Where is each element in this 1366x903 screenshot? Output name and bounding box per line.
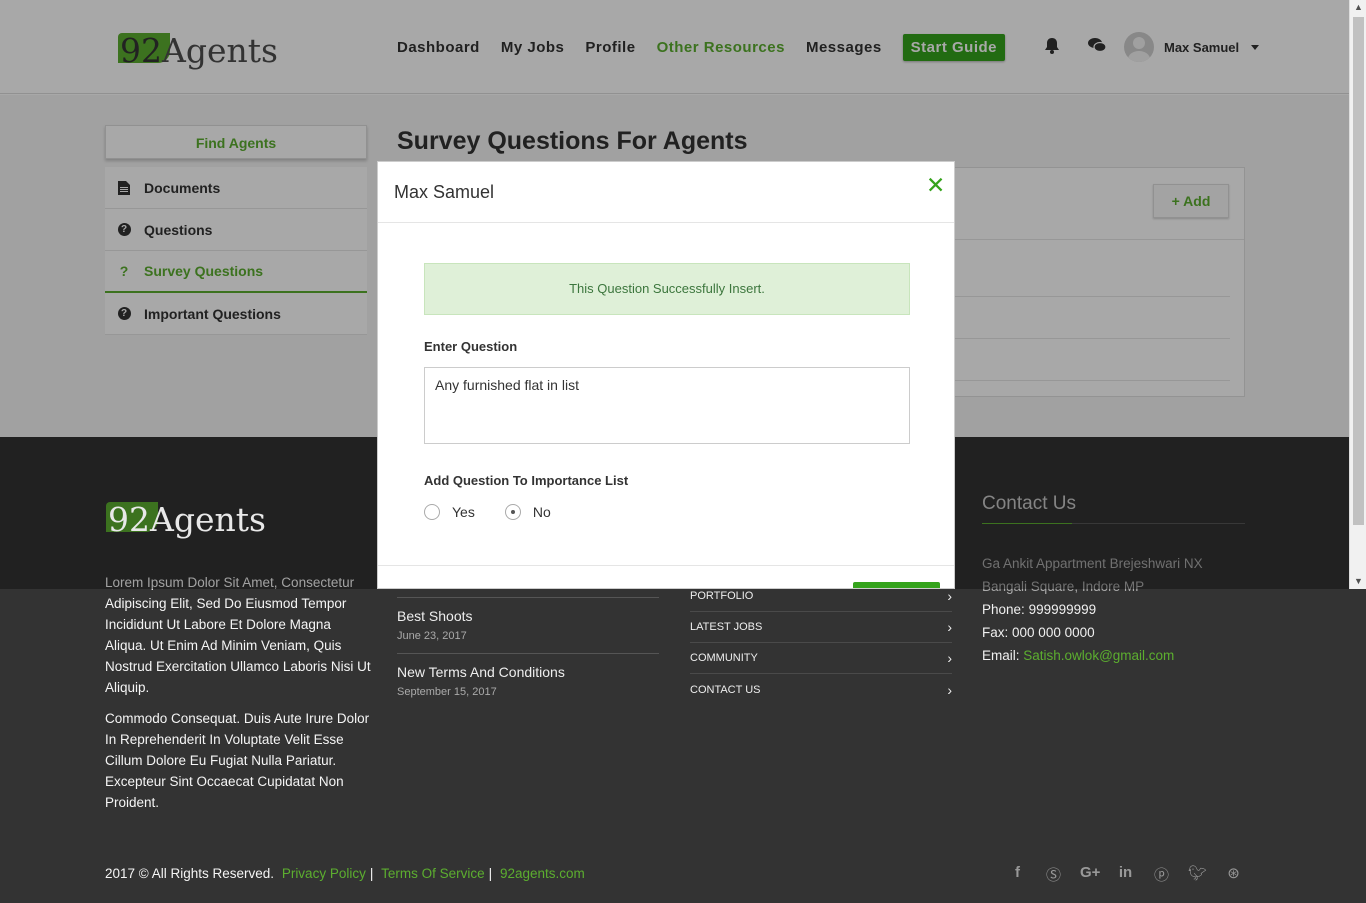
footer-logo[interactable]: 92Agents <box>106 500 266 539</box>
quick-link-label: PORTFOLIO <box>690 590 754 602</box>
dribbble-icon[interactable]: ⊛ <box>1224 864 1243 885</box>
about-paragraph: Lorem Ipsum Dolor Sit Amet, Consectetur … <box>105 575 371 695</box>
success-alert: This Question Successfully Insert. <box>424 263 910 315</box>
about-paragraph: Commodo Consequat. Duis Aute Irure Dolor… <box>105 711 370 810</box>
importance-radio-group: Yes No <box>424 504 581 520</box>
site-link[interactable]: 92agents.com <box>500 866 585 881</box>
importance-label: Add Question To Importance List <box>424 473 629 488</box>
phone-label: Phone: <box>982 602 1025 617</box>
google-plus-icon[interactable]: G+ <box>1080 864 1100 885</box>
scroll-thumb[interactable] <box>1353 17 1364 525</box>
email-link[interactable]: Satish.owlok@gmail.com <box>1023 648 1174 663</box>
divider <box>378 565 954 566</box>
radio-yes-label[interactable]: Yes <box>452 504 475 520</box>
separator: | <box>488 866 493 881</box>
post-title[interactable]: New Terms And Conditions <box>397 664 659 680</box>
linkedin-icon[interactable]: in <box>1116 864 1135 885</box>
radio-no[interactable] <box>504 504 521 520</box>
fax-value: 000 000 0000 <box>1012 625 1095 640</box>
logo-number: 92 <box>120 30 162 70</box>
quick-link-label: CONTACT US <box>690 683 761 696</box>
quick-link-community[interactable]: COMMUNITY › <box>690 643 952 674</box>
contact-email: Email: Satish.owlok@gmail.com <box>982 644 1203 667</box>
quick-links: PORTFOLIO › LATEST JOBS › COMMUNITY › CONTA… <box>690 581 952 705</box>
facebook-icon[interactable]: f <box>1008 864 1027 885</box>
modal-header: Max Samuel <box>378 162 954 223</box>
chevron-right-icon: › <box>947 650 952 666</box>
post-title[interactable]: Best Shoots <box>397 608 659 624</box>
pinterest-icon[interactable]: ⓟ <box>1152 864 1171 885</box>
quick-link-label: COMMUNITY <box>690 652 758 664</box>
scroll-down-arrow-icon[interactable]: ▼ <box>1350 574 1366 588</box>
radio-no-label[interactable]: No <box>533 504 551 520</box>
divider <box>397 653 659 654</box>
radio-yes[interactable] <box>424 504 440 520</box>
twitter-icon[interactable]: 🐦︎ <box>1188 864 1207 885</box>
privacy-policy-link[interactable]: Privacy Policy <box>282 866 366 881</box>
submit-button[interactable] <box>853 582 940 588</box>
quick-link-latest-jobs[interactable]: LATEST JOBS › <box>690 612 952 643</box>
footer-logo-number: 92 <box>108 500 150 539</box>
logo[interactable]: 92 Agents <box>118 30 278 70</box>
copyright-text: 2017 © All Rights Reserved. <box>105 866 275 881</box>
scroll-up-arrow-icon[interactable]: ▲ <box>1350 0 1366 14</box>
question-modal: Max Samuel ✕ This Question Successfully … <box>377 161 955 589</box>
contact-fax: Fax: 000 000 0000 <box>982 621 1203 644</box>
fax-label: Fax: <box>982 625 1009 640</box>
scrollbar[interactable]: ▲ ▼ <box>1349 0 1366 589</box>
email-label: Email: <box>982 648 1020 663</box>
social-links: f Ⓢ G+ in ⓟ 🐦︎ ⊛ <box>1008 864 1243 885</box>
question-label: Enter Question <box>424 339 518 354</box>
chevron-right-icon: › <box>947 619 952 635</box>
logo-text: Agents <box>162 30 278 70</box>
post-date: June 23, 2017 <box>397 630 467 642</box>
footer-about: Lorem Ipsum Dolor Sit Amet, Consectetur … <box>105 572 373 823</box>
divider <box>397 597 659 598</box>
post-date: September 15, 2017 <box>397 686 497 698</box>
quick-link-label: LATEST JOBS <box>690 621 763 633</box>
recent-post[interactable]: New Terms And Conditions September 15, 2… <box>397 664 659 698</box>
close-icon[interactable]: ✕ <box>926 172 945 199</box>
copyright-bar: 2017 © All Rights Reserved. Privacy Poli… <box>105 866 589 881</box>
modal-title: Max Samuel <box>394 181 495 202</box>
contact-phone: Phone: 999999999 <box>982 598 1203 621</box>
quick-link-contact-us[interactable]: CONTACT US › <box>690 674 952 705</box>
separator: | <box>369 866 374 881</box>
chevron-right-icon: › <box>947 588 952 604</box>
terms-of-service-link[interactable]: Terms Of Service <box>381 866 485 881</box>
skype-icon[interactable]: Ⓢ <box>1044 864 1063 885</box>
recent-post[interactable]: Best Shoots June 23, 2017 <box>397 608 659 642</box>
chevron-right-icon: › <box>947 681 952 698</box>
footer-logo-text: Agents <box>150 500 266 539</box>
question-textarea[interactable]: Any furnished flat in list <box>424 367 910 444</box>
phone-value: 999999999 <box>1028 602 1097 617</box>
